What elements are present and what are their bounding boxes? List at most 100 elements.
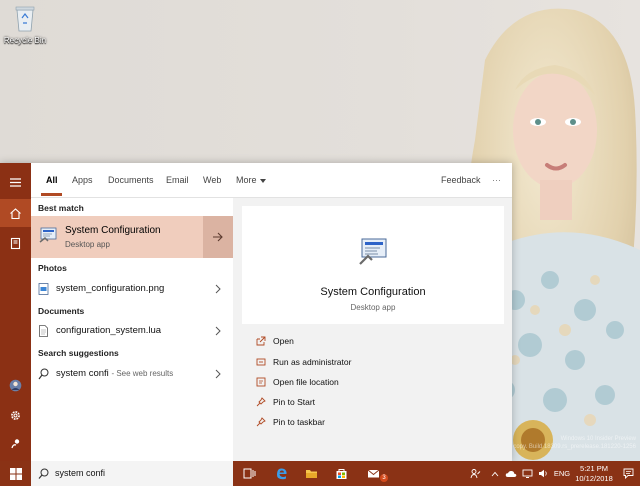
preview-title: System Configuration <box>320 286 426 298</box>
tab-all[interactable]: All <box>46 175 58 185</box>
chevron-down-icon <box>259 178 266 183</box>
onedrive-tray-button[interactable] <box>504 461 518 486</box>
volume-tray-button[interactable] <box>536 461 550 486</box>
best-match-subtitle: Desktop app <box>65 240 110 249</box>
start-button[interactable] <box>0 461 31 486</box>
search-filter-tabs: All Apps Documents Email Web More Feedba… <box>31 163 512 198</box>
open-icon <box>256 336 266 346</box>
clock-date: 10/12/2018 <box>575 474 613 483</box>
chevron-up-icon <box>491 471 499 476</box>
input-language-indicator[interactable]: ENG <box>552 461 572 486</box>
preview-pane: System Configuration Desktop app Open Ru… <box>234 198 512 461</box>
chevron-right-icon <box>215 284 221 294</box>
best-match-heading: Best match <box>38 203 84 213</box>
gear-icon <box>11 410 20 420</box>
more-options-button[interactable]: ··· <box>492 175 501 185</box>
preview-subtitle: Desktop app <box>350 303 396 312</box>
best-match-result[interactable]: System Configuration Desktop app <box>31 216 233 258</box>
search-suggestions-heading: Search suggestions <box>38 348 119 358</box>
expand-preview-button[interactable] <box>203 216 233 258</box>
account-button[interactable] <box>0 371 31 399</box>
suggestion-hint: - See web results <box>111 369 174 378</box>
task-view-button[interactable] <box>234 461 264 486</box>
search-icon <box>38 368 49 380</box>
tab-web[interactable]: Web <box>203 175 221 185</box>
pin-icon <box>256 397 266 407</box>
arrow-right-icon <box>213 232 223 242</box>
network-tray-button[interactable] <box>520 461 534 486</box>
taskbar-clock[interactable]: 5:21 PM 10/12/2018 <box>572 464 616 484</box>
speaker-icon <box>538 469 547 478</box>
taskbar: 3 ENG 5:21 PM 10/12/2018 <box>0 461 640 486</box>
tab-apps[interactable]: Apps <box>72 175 93 185</box>
folder-icon <box>256 377 266 387</box>
clock-time: 5:21 PM <box>580 464 608 473</box>
action-label: Pin to Start <box>273 397 316 407</box>
action-label: Open file location <box>273 377 339 387</box>
feedback-button[interactable]: Feedback <box>441 175 481 185</box>
home-icon <box>10 207 21 219</box>
web-suggestion-item[interactable]: system confi - See web results <box>31 363 233 385</box>
photo-result-label: system_configuration.png <box>56 283 165 294</box>
windows-logo-icon <box>9 467 22 480</box>
mail-icon <box>367 469 379 478</box>
people-button[interactable] <box>0 429 31 457</box>
notification-icon <box>623 468 633 479</box>
shield-icon <box>256 358 266 366</box>
edge-browser-icon <box>276 468 287 480</box>
people-tray-button[interactable] <box>466 461 484 486</box>
best-match-title: System Configuration <box>65 225 161 236</box>
suggestion-text: system confi - See web results <box>56 368 173 379</box>
pin-icon <box>256 417 266 427</box>
action-center-button[interactable] <box>620 461 636 486</box>
avatar-icon <box>9 379 22 391</box>
tab-more[interactable]: More <box>236 175 266 185</box>
taskbar-store[interactable] <box>326 461 356 486</box>
recycle-bin-label: Recycle Bin <box>3 36 47 45</box>
show-hidden-icons-button[interactable] <box>488 461 502 486</box>
task-view-icon <box>243 468 255 479</box>
chevron-right-icon <box>215 326 221 336</box>
search-icon <box>38 468 49 479</box>
results-list: Best match System Configuration Desktop … <box>31 198 233 461</box>
search-panel: All Apps Documents Email Web More Feedba… <box>0 163 512 461</box>
hamburger-menu-button[interactable] <box>0 168 31 196</box>
list-item[interactable]: system_configuration.png <box>31 278 233 300</box>
documents-heading: Documents <box>38 306 85 316</box>
tab-email[interactable]: Email <box>166 175 189 185</box>
notebook-button[interactable] <box>0 229 31 257</box>
action-label: Pin to taskbar <box>273 417 325 427</box>
search-input[interactable] <box>55 465 225 481</box>
chevron-right-icon <box>215 369 221 379</box>
recycle-bin-shortcut[interactable]: Recycle Bin <box>2 4 48 45</box>
notebook-icon <box>10 237 21 249</box>
recycle-bin-icon <box>15 6 35 32</box>
document-icon <box>39 325 48 337</box>
settings-button[interactable] <box>0 401 31 429</box>
start-rail <box>0 163 31 461</box>
home-button[interactable] <box>0 199 31 227</box>
suggestion-query: system confi <box>56 368 109 379</box>
store-icon <box>336 469 346 479</box>
taskbar-search-box[interactable] <box>31 461 233 486</box>
active-tab-indicator <box>41 193 62 196</box>
system-configuration-icon <box>39 227 57 243</box>
cloud-icon <box>505 470 517 477</box>
mail-badge: 3 <box>380 474 388 482</box>
people-icon <box>470 469 480 479</box>
folder-icon <box>305 470 317 478</box>
image-file-icon <box>38 283 49 295</box>
hamburger-icon <box>10 177 21 187</box>
system-configuration-icon <box>359 238 387 265</box>
photos-heading: Photos <box>38 263 67 273</box>
taskbar-edge[interactable] <box>266 461 296 486</box>
list-item[interactable]: configuration_system.lua <box>31 320 233 342</box>
action-label: Open <box>273 336 294 346</box>
document-result-label: configuration_system.lua <box>56 325 162 336</box>
network-icon <box>522 469 532 478</box>
tab-more-label: More <box>236 175 257 185</box>
taskbar-file-explorer[interactable] <box>296 461 326 486</box>
tab-documents[interactable]: Documents <box>108 175 154 185</box>
action-label: Run as administrator <box>273 357 352 367</box>
preview-card: System Configuration Desktop app <box>242 206 504 324</box>
